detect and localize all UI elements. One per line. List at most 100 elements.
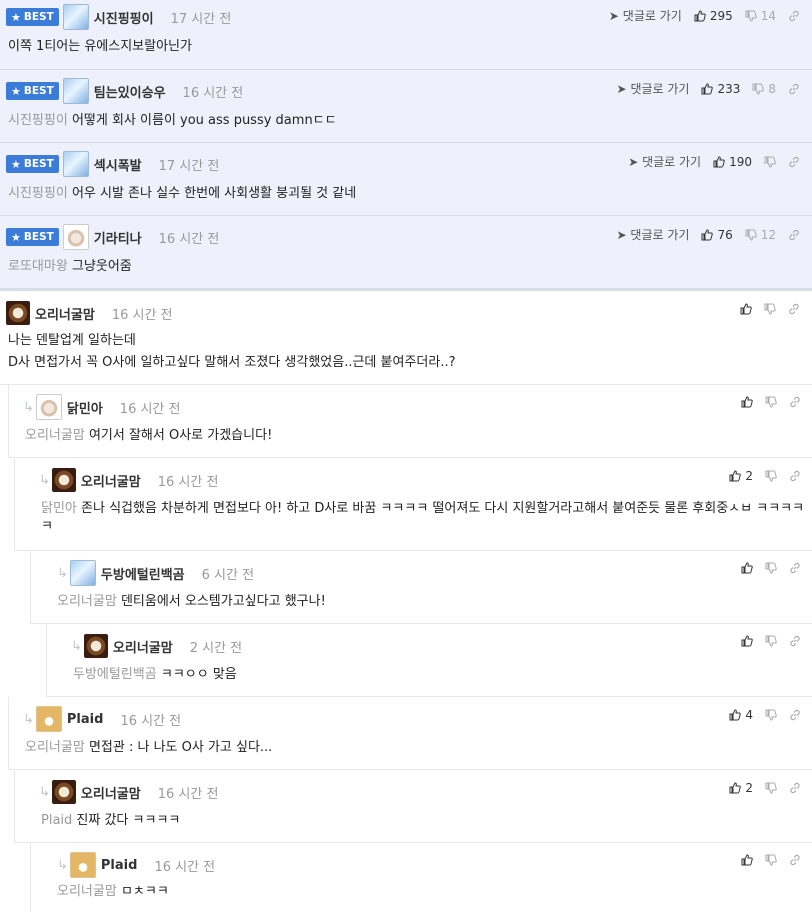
comment-time: 16 시간 전 — [182, 85, 244, 101]
comment-author[interactable]: 섹시폭발 — [94, 155, 142, 174]
thumbs-down-icon — [765, 709, 777, 721]
star-icon: ★ — [11, 84, 21, 98]
upvote-button[interactable]: 233 — [701, 82, 740, 96]
link-button[interactable] — [789, 782, 801, 794]
avatar[interactable] — [35, 706, 62, 732]
comment-text: 시진핑핑이 어우 시발 존나 실수 한번에 사회생활 붕괴될 것 같네 — [8, 186, 357, 201]
downvote-button[interactable] — [765, 562, 777, 574]
thumbs-down-icon — [765, 562, 777, 574]
goto-reply-button[interactable]: ➤ 댓글로 가기 — [617, 80, 690, 97]
comment-author[interactable]: 오리너굴맘 — [81, 471, 141, 490]
upvote-button[interactable]: 76 — [701, 228, 733, 242]
link-button[interactable] — [789, 635, 801, 647]
reply: ↳ 오리너굴맘 2 시간 전 두방에털린백곰 ㅋㅋㅇㅇ 맞음 — [46, 624, 812, 697]
link-icon — [790, 396, 800, 408]
link-icon — [789, 156, 799, 167]
thumbs-down-icon — [745, 229, 757, 241]
link-icon — [789, 303, 799, 315]
upvote-count: 190 — [729, 154, 752, 169]
link-button[interactable] — [788, 10, 800, 22]
thumbs-down-icon — [765, 635, 777, 647]
reply: ↳ 오리너굴맘 16 시간 전 Plaid 진짜 갔다 ㅋㅋㅋㅋ 2 — [14, 770, 812, 843]
comment-author[interactable]: 시진핑핑이 — [94, 8, 154, 27]
downvote-button[interactable] — [765, 854, 777, 866]
goto-reply-button[interactable]: ➤ 댓글로 가기 — [617, 226, 690, 243]
comment-text: 로또대마왕 그냥웃어줌 — [8, 259, 132, 274]
comment-author[interactable]: 닭민아 — [67, 398, 103, 417]
mention: 로또대마왕 — [8, 259, 68, 274]
comment-time: 16 시간 전 — [157, 474, 219, 490]
upvote-button[interactable] — [741, 562, 753, 574]
thumbs-up-icon — [694, 9, 706, 21]
mention: 오리너굴맘 — [25, 428, 85, 443]
upvote-button[interactable]: 295 — [694, 9, 733, 23]
downvote-button[interactable] — [764, 156, 776, 168]
avatar[interactable] — [6, 301, 30, 325]
upvote-button[interactable]: 4 — [729, 708, 753, 722]
comment-author[interactable]: 오리너굴맘 — [81, 783, 141, 802]
upvote-button[interactable] — [741, 396, 753, 408]
comment-author[interactable]: Plaid — [101, 858, 138, 873]
comment-time: 17 시간 전 — [158, 158, 220, 174]
comment-author[interactable]: 기라티나 — [94, 228, 142, 247]
comment: 오리너굴맘 16 시간 전 나는 덴탈업계 일하는데 D사 면접가서 꼭 O사에… — [0, 292, 812, 385]
reply: ↳ Plaid 16 시간 전 오리너굴맘 ㅁㅊㅋㅋ — [30, 843, 812, 912]
downvote-button[interactable] — [765, 782, 777, 794]
link-button[interactable] — [788, 229, 800, 241]
downvote-button[interactable] — [765, 396, 777, 408]
avatar[interactable] — [51, 780, 76, 804]
link-icon — [790, 782, 800, 794]
downvote-button[interactable]: 12 — [745, 228, 776, 242]
mention: 두방에털린백곰 — [73, 667, 157, 682]
upvote-button[interactable]: 190 — [713, 155, 752, 169]
comment-text: 나는 덴탈업계 일하는데 — [8, 333, 136, 348]
link-button[interactable] — [789, 854, 801, 866]
avatar[interactable] — [51, 468, 76, 492]
goto-reply-button[interactable]: ➤ 댓글로 가기 — [609, 7, 682, 24]
link-button[interactable] — [789, 396, 801, 408]
downvote-button[interactable]: 8 — [752, 82, 776, 96]
link-button[interactable] — [789, 709, 801, 721]
best-comment: ★ BEST 섹시폭발 17 시간 전 시진핑핑이 어우 시발 존나 실수 한번에… — [0, 143, 812, 216]
downvote-button[interactable] — [765, 470, 777, 482]
upvote-button[interactable] — [741, 635, 753, 647]
downvote-count: 8 — [768, 81, 776, 96]
mention: 시진핑핑이 — [8, 186, 68, 201]
star-icon: ★ — [11, 230, 21, 244]
avatar[interactable] — [62, 78, 89, 104]
downvote-button[interactable] — [765, 635, 777, 647]
link-button[interactable] — [788, 83, 800, 95]
upvote-button[interactable] — [740, 303, 752, 315]
thumbs-down-icon — [765, 782, 777, 794]
link-button[interactable] — [788, 156, 800, 168]
upvote-count: 2 — [745, 469, 753, 483]
upvote-button[interactable] — [741, 854, 753, 866]
avatar[interactable] — [62, 4, 89, 30]
comment-author[interactable]: 오리너굴맘 — [35, 304, 95, 323]
goto-reply-button[interactable]: ➤ 댓글로 가기 — [628, 153, 701, 170]
reply-arrow-icon: ↳ — [23, 399, 34, 415]
avatar[interactable] — [69, 560, 96, 586]
comment-author[interactable]: 두방에털린백곰 — [101, 564, 185, 583]
thumbs-up-icon — [701, 82, 714, 94]
upvote-count: 2 — [745, 781, 753, 795]
comment-author[interactable]: 오리너굴맘 — [113, 637, 173, 656]
downvote-button[interactable]: 14 — [745, 9, 776, 23]
avatar[interactable] — [62, 151, 89, 177]
comment-author[interactable]: Plaid — [67, 712, 104, 727]
link-button[interactable] — [788, 303, 800, 315]
divider — [0, 289, 812, 291]
downvote-button[interactable] — [765, 709, 777, 721]
comment-author[interactable]: 팀는있이승우 — [94, 82, 166, 101]
upvote-button[interactable]: 2 — [729, 781, 753, 795]
upvote-button[interactable]: 2 — [729, 469, 753, 483]
link-button[interactable] — [789, 470, 801, 482]
comment-time: 16 시간 전 — [158, 231, 220, 247]
link-button[interactable] — [789, 562, 801, 574]
avatar[interactable] — [69, 852, 96, 878]
comment-time: 16 시간 전 — [157, 786, 219, 802]
avatar[interactable] — [83, 634, 108, 658]
downvote-button[interactable] — [764, 303, 776, 315]
avatar[interactable] — [62, 224, 89, 250]
avatar[interactable] — [35, 394, 62, 420]
